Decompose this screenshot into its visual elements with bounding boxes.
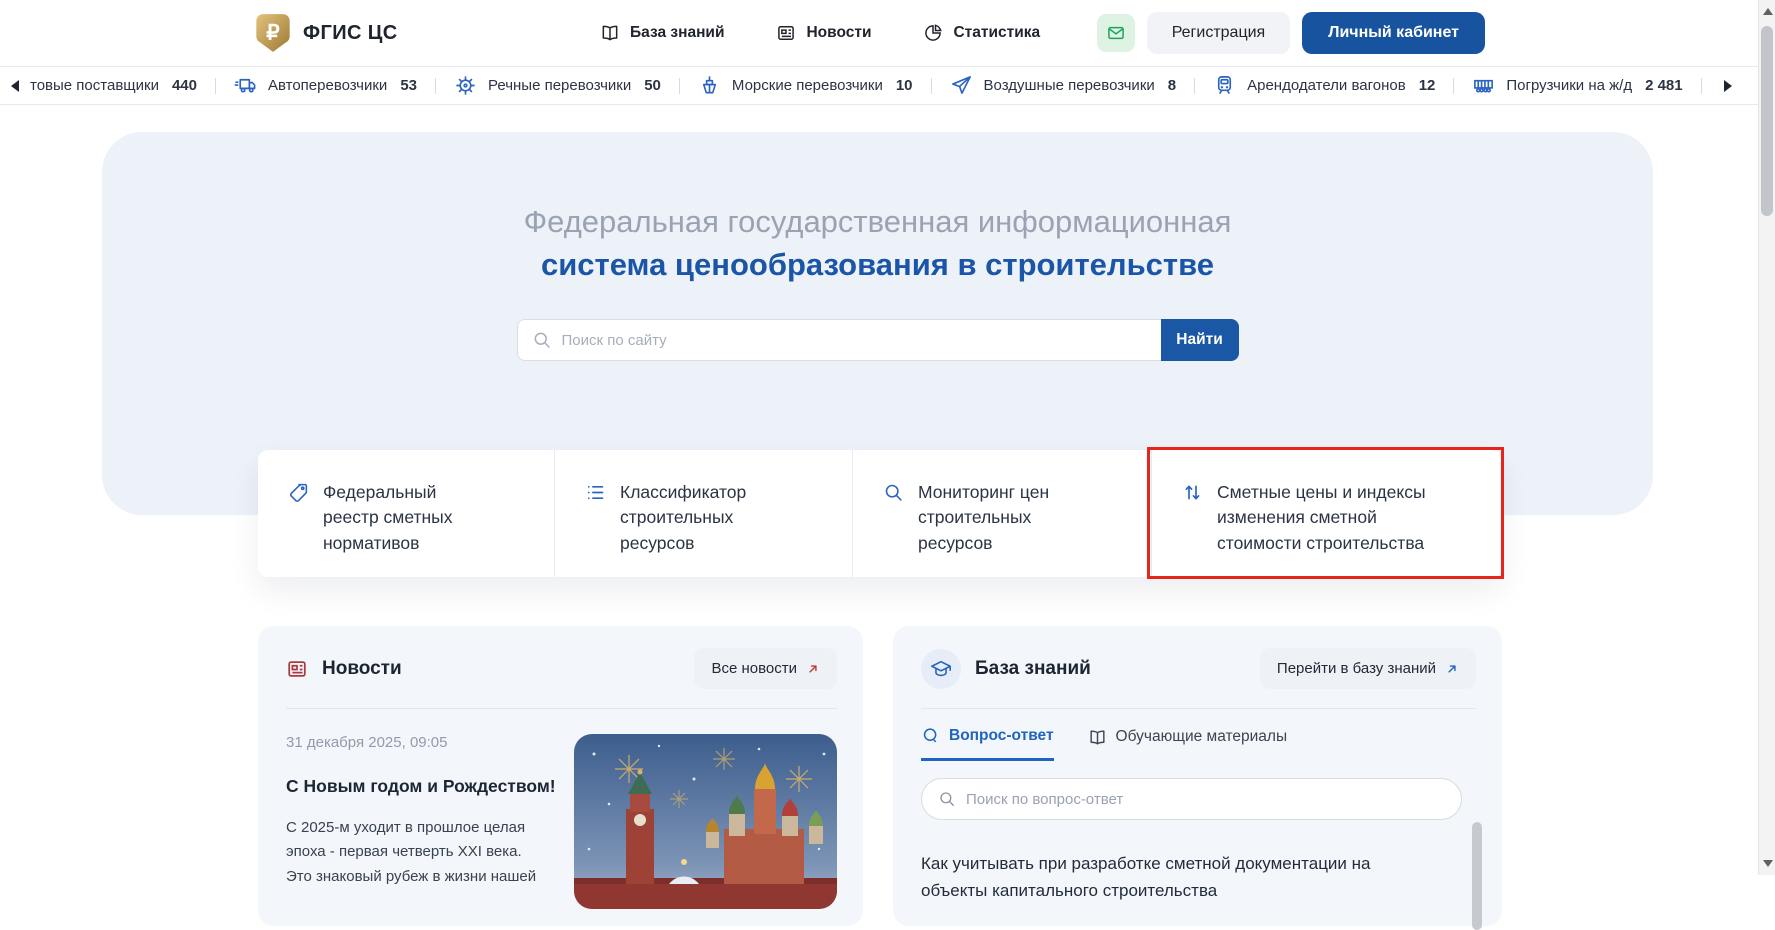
divider — [1194, 77, 1196, 94]
divider — [678, 77, 680, 94]
logo[interactable]: ₽ ФГИС ЦС — [255, 0, 398, 66]
register-button[interactable]: Регистрация — [1146, 12, 1291, 54]
search-submit-button[interactable]: Найти — [1160, 319, 1239, 361]
card-label: Сметные цены и индексы изменения сметной… — [1217, 482, 1426, 553]
ticker-item-air-carriers[interactable]: Воздушные перевозчики 8 — [950, 74, 1176, 97]
arrow-up-right-icon — [806, 662, 820, 676]
train-icon — [1213, 74, 1236, 97]
logo-ruble-icon: ₽ — [255, 13, 291, 53]
ticker-item-road-carriers[interactable]: Автоперевозчики 53 — [234, 74, 417, 97]
qa-search — [921, 778, 1462, 820]
card-estimate-prices-indexes[interactable]: Сметные цены и индексы изменения сметной… — [1151, 450, 1502, 577]
ticker-item-wagon-lessors[interactable]: Арендодатели вагонов 12 — [1213, 74, 1435, 97]
nav-label: Новости — [806, 24, 872, 41]
nav-label: База знаний — [630, 24, 725, 41]
quick-links-row: Федеральный реестр сметных нормативов Кл… — [258, 450, 1502, 577]
svg-text:₽: ₽ — [266, 22, 280, 45]
news-icon — [286, 658, 308, 680]
site-search-input[interactable] — [516, 319, 1161, 361]
hero-title-line2: система ценообразования в строительстве — [541, 247, 1214, 282]
divider — [1453, 77, 1455, 94]
nav-statistics[interactable]: Статистика — [923, 23, 1040, 43]
list-icon — [585, 482, 606, 577]
go-to-knowledge-base-button[interactable]: Перейти в базу знаний — [1259, 648, 1476, 689]
news-panel: Новости Все новости 31 декабря 2025, 09:… — [258, 626, 863, 926]
news-icon — [776, 23, 796, 43]
qa-scrollbar[interactable] — [1472, 822, 1482, 930]
plane-icon — [950, 74, 973, 97]
news-item: 31 декабря 2025, 09:05 С Новым годом и Р… — [258, 709, 863, 909]
ship-icon — [698, 74, 721, 97]
scrollbar-down-icon[interactable] — [1763, 860, 1773, 867]
news-panel-title: Новости — [322, 657, 402, 679]
card-federal-register[interactable]: Федеральный реестр сметных нормативов — [258, 450, 554, 577]
card-price-monitoring[interactable]: Мониторинг цен строительных ресурсов — [852, 450, 1151, 577]
nav-label: Статистика — [953, 24, 1041, 41]
card-label: Мониторинг цен строительных ресурсов — [918, 482, 1050, 553]
wagon-icon — [1472, 74, 1495, 97]
ticker-scroll-right-button[interactable] — [1715, 67, 1741, 104]
divider — [930, 77, 932, 94]
all-news-button[interactable]: Все новости — [694, 648, 837, 689]
tab-training-materials[interactable]: Обучающие материалы — [1088, 726, 1287, 761]
ticker-scroll-left-button[interactable] — [2, 67, 28, 104]
knowledge-base-panel: База знаний Перейти в базу знаний Вопрос… — [893, 626, 1502, 930]
helm-icon — [454, 74, 477, 97]
search-icon — [883, 482, 904, 577]
chevron-left-icon — [11, 79, 19, 92]
news-excerpt: С 2025-м уходит в прошлое целая эпоха - … — [286, 819, 537, 885]
account-label: Личный кабинет — [1328, 24, 1459, 41]
register-label: Регистрация — [1171, 24, 1266, 41]
book-icon — [1088, 728, 1107, 747]
page-scrollbar[interactable] — [1758, 0, 1775, 875]
truck-icon — [234, 74, 257, 97]
mail-icon — [1106, 23, 1126, 43]
mail-button[interactable] — [1096, 14, 1135, 52]
scrollbar-thumb[interactable] — [1761, 26, 1773, 216]
card-classifier[interactable]: Классификатор строительных ресурсов — [554, 450, 852, 577]
card-label: Классификатор строительных ресурсов — [620, 482, 747, 553]
knowledge-tabs: Вопрос-ответ Обучающие материалы — [893, 709, 1502, 761]
arrow-up-right-icon — [1445, 662, 1459, 676]
stats-icon — [923, 23, 943, 43]
search-icon — [532, 330, 552, 350]
divider — [435, 77, 436, 94]
knowledge-panel-title: База знаний — [975, 657, 1091, 679]
tag-icon — [288, 482, 309, 577]
chevron-right-icon — [1724, 79, 1732, 92]
categories-ticker: товые поставщики 440 Автоперевозчики 53 … — [0, 66, 1758, 105]
question-bubble-icon — [921, 726, 940, 745]
scrollbar-up-icon[interactable] — [1763, 8, 1773, 15]
qa-search-input[interactable] — [966, 790, 1447, 808]
logo-text: ФГИС ЦС — [303, 21, 398, 44]
search-icon — [938, 790, 956, 808]
card-label: Федеральный реестр сметных нормативов — [323, 482, 453, 553]
graduation-cap-icon — [921, 648, 961, 689]
top-navigation: База знаний Новости Статистика — [600, 0, 1040, 66]
header-actions: Регистрация Личный кабинет — [1096, 0, 1485, 66]
qa-question-link[interactable]: Как учитывать при разработке сметной док… — [921, 850, 1452, 904]
nav-knowledge-base[interactable]: База знаний — [600, 23, 724, 43]
ticker-item-river-carriers[interactable]: Речные перевозчики 50 — [454, 74, 661, 97]
divider — [1700, 77, 1702, 94]
news-title[interactable]: С Новым годом и Рождеством! — [286, 776, 558, 797]
header: ₽ ФГИС ЦС База знаний Новости Статистика — [0, 0, 1758, 66]
ticker-item-sea-carriers[interactable]: Морские перевозчики 10 — [698, 74, 913, 97]
ticker-item-suppliers[interactable]: товые поставщики 440 — [30, 77, 197, 94]
site-search: Найти — [516, 319, 1239, 361]
ticker-item-rail-loaders[interactable]: Погрузчики на ж/д 2 481 — [1472, 74, 1683, 97]
divider — [214, 77, 216, 94]
nav-news[interactable]: Новости — [776, 23, 871, 43]
tab-qa[interactable]: Вопрос-ответ — [921, 726, 1054, 761]
account-button[interactable]: Личный кабинет — [1302, 12, 1485, 54]
news-image[interactable] — [574, 734, 837, 909]
hero-title-line1: Федеральная государственная информационн… — [523, 204, 1232, 239]
book-icon — [600, 23, 620, 43]
sort-arrows-icon — [1182, 482, 1203, 577]
news-date: 31 декабря 2025, 09:05 — [286, 734, 448, 751]
